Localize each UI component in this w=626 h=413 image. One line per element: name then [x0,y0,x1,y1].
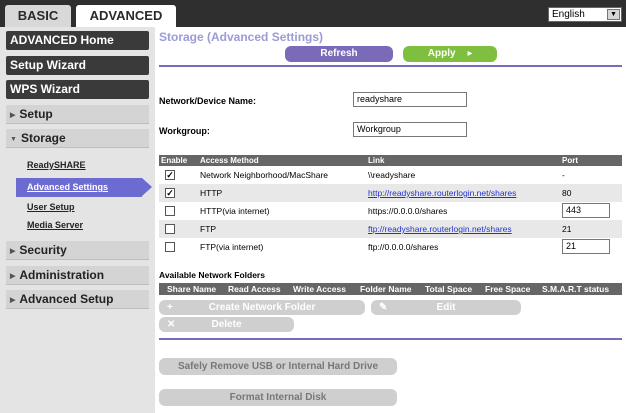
create-folder-button[interactable]: + Create Network Folder [159,300,365,315]
header-read-access: Read Access [228,284,281,294]
link-text: https://0.0.0.0/shares [368,206,448,216]
edit-button[interactable]: ✎ Edit [371,300,521,315]
apply-button[interactable]: Apply ▶ [403,46,497,62]
table-row: ✓ HTTP http://readyshare.routerlogin.net… [159,184,622,202]
sidebar-item-user-setup[interactable]: User Setup [27,202,75,212]
link-text: \\readyshare [368,170,416,180]
sidebar-item-advanced-settings[interactable]: Advanced Settings [16,178,152,197]
sidebar-item-administration[interactable]: ▶ Administration [6,266,149,285]
table-row: ✓ Network Neighborhood/MacShare \\readys… [159,166,622,184]
header-share-name: Share Name [167,284,217,294]
header-enable: Enable [161,156,188,165]
access-method: HTTP [200,188,223,198]
folders-title: Available Network Folders [159,270,265,280]
port-value: - [562,170,565,180]
table-row: FTP ftp://readyshare.routerlogin.net/sha… [159,220,622,238]
enable-checkbox[interactable]: ✓ [165,188,175,198]
port-value: 80 [562,188,572,198]
format-disk-button[interactable]: Format Internal Disk [159,389,397,406]
header-free-space: Free Space [485,284,531,294]
triangle-right-icon: ▶ [10,112,16,119]
access-method: HTTP(via internet) [200,206,270,216]
header-link: Link [368,156,385,165]
play-icon: ▶ [467,51,473,57]
header-access-method: Access Method [200,156,259,165]
sidebar-item-storage[interactable]: ▼ Storage [6,129,149,148]
triangle-right-icon: ▶ [10,248,16,255]
header-folder-name: Folder Name [360,284,412,294]
device-name-input[interactable]: readyshare [353,92,467,107]
sidebar-item-security[interactable]: ▶ Security [6,241,149,260]
enable-checkbox[interactable] [165,224,175,234]
header-total-space: Total Space [425,284,473,294]
apply-label: Apply [427,48,456,59]
header-smart-status: S.M.A.R.T status [542,284,610,294]
sidebar-item-label: Storage [20,131,66,145]
plus-icon: + [167,302,173,313]
access-table-header: Enable Access Method Link Port [159,155,622,166]
link[interactable]: ftp://readyshare.routerlogin.net/shares [368,224,512,234]
main-content: Storage (Advanced Settings) Refresh Appl… [155,27,626,413]
triangle-right-icon: ▶ [10,297,16,304]
workgroup-label: Workgroup: [159,126,210,136]
delete-label: Delete [211,319,242,330]
page-title: Storage (Advanced Settings) [159,30,324,44]
header-port: Port [562,156,578,165]
close-icon: ✕ [167,319,176,330]
top-bar: BASIC ADVANCED English ▼ [0,0,626,27]
table-row: FTP(via internet) ftp://0.0.0.0/shares 2… [159,238,622,256]
sidebar-item-label: Setup [19,107,53,121]
edit-label: Edit [436,302,456,313]
sidebar-item-label: Security [19,243,67,257]
sidebar-item-media-server[interactable]: Media Server [27,220,83,230]
triangle-down-icon: ▼ [10,136,17,143]
access-method: Network Neighborhood/MacShare [200,170,329,180]
tab-basic[interactable]: BASIC [5,5,71,27]
access-method: FTP [200,224,217,234]
enable-checkbox[interactable] [165,206,175,216]
sidebar-item-setup[interactable]: ▶ Setup [6,105,149,124]
language-value: English [552,9,585,20]
tab-advanced[interactable]: ADVANCED [76,5,176,27]
port-input[interactable]: 21 [562,239,610,254]
sidebar-item-label: Administration [19,268,105,282]
folders-table-header: Share Name Read Access Write Access Fold… [159,283,622,295]
safely-remove-button[interactable]: Safely Remove USB or Internal Hard Drive [159,358,397,375]
advanced-home-button[interactable]: ADVANCED Home [6,31,149,50]
link-text: ftp://0.0.0.0/shares [368,242,439,252]
sidebar: ADVANCED Home Setup Wizard WPS Wizard ▶ S… [0,27,155,413]
table-row: HTTP(via internet) https://0.0.0.0/share… [159,202,622,220]
port-input[interactable]: 443 [562,203,610,218]
port-value: 21 [562,224,572,234]
triangle-right-icon: ▶ [10,273,16,280]
pencil-icon: ✎ [379,302,388,313]
enable-checkbox[interactable] [165,242,175,252]
refresh-button[interactable]: Refresh [285,46,393,62]
sidebar-item-advanced-setup[interactable]: ▶ Advanced Setup [6,290,149,309]
language-select[interactable]: English ▼ [548,7,622,22]
divider [159,65,622,67]
divider [159,338,622,340]
access-method: FTP(via internet) [200,242,264,252]
create-folder-label: Create Network Folder [208,302,316,313]
delete-button[interactable]: ✕ Delete [159,317,294,332]
workgroup-input[interactable]: Workgroup [353,122,467,137]
link[interactable]: http://readyshare.routerlogin.net/shares [368,188,516,198]
device-name-label: Network/Device Name: [159,96,257,106]
setup-wizard-button[interactable]: Setup Wizard [6,56,149,75]
wps-wizard-button[interactable]: WPS Wizard [6,80,149,99]
chevron-down-icon[interactable]: ▼ [607,9,620,20]
sidebar-item-readyshare[interactable]: ReadySHARE [27,160,86,170]
enable-checkbox[interactable]: ✓ [165,170,175,180]
header-write-access: Write Access [293,284,346,294]
sidebar-item-label: Advanced Setup [19,292,114,306]
